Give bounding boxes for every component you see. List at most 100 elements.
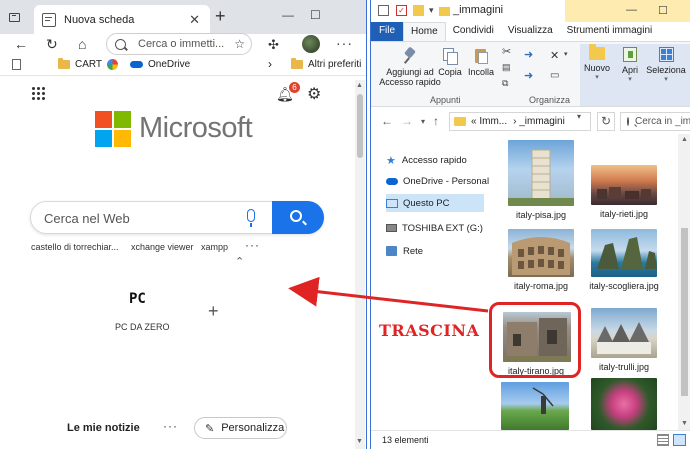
folder-search-input[interactable]: Cerca in _immagini [620,112,690,131]
add-site-icon[interactable]: + [208,301,219,322]
gear-icon[interactable]: ⚙ [307,84,321,104]
file-item[interactable] [591,378,657,430]
paste-shortcut-icon[interactable]: ⧉ [502,78,508,89]
maximize-button[interactable]: ☐ [658,4,668,17]
back-arrow-icon[interactable]: ← [381,114,393,128]
favorites-overflow-chevron-icon[interactable]: › [268,57,272,71]
suggestions-more-icon[interactable]: ··· [245,238,260,252]
web-search-box[interactable]: Cerca nel Web [30,201,324,234]
cut-icon[interactable]: ✂ [502,45,511,58]
open-button[interactable]: Apri ▾ [617,47,643,85]
refresh-icon[interactable]: ↻ [46,36,58,53]
window-menu-icon[interactable] [378,5,389,16]
file-item[interactable]: italy-pisa.jpg [508,140,574,221]
minimize-button[interactable]: — [626,4,637,16]
microphone-icon[interactable] [247,209,255,227]
group-organize: Organizza [529,95,571,105]
delete-icon[interactable]: ✕ [550,49,559,62]
properties-icon[interactable]: ✓ [396,5,407,16]
quick-link-tile[interactable]: PC [129,291,146,307]
search-submit-button[interactable] [272,201,324,234]
pin-quick-access-button[interactable]: Aggiungi ad Accesso rapido [376,48,444,87]
paste-button[interactable]: Incolla [467,48,495,77]
favorite-label: OneDrive [148,59,191,70]
refresh-icon[interactable]: ↻ [597,112,615,131]
favorite-onedrive[interactable]: OneDrive [130,59,190,70]
personalize-label: Personalizza [221,422,285,434]
path-bar[interactable]: « Imm... › _immagini [449,112,591,131]
nav-item-toshiba[interactable]: TOSHIBA EXT (G:) [386,219,483,237]
tab-home[interactable]: Home [403,22,446,41]
new-folder-icon [589,44,605,60]
new-tab-button[interactable]: + [215,7,226,25]
file-item[interactable] [501,382,569,430]
scroll-thumb[interactable] [357,94,363,158]
search-suggestion[interactable]: castello di torrechiar... [31,242,119,252]
move-to-icon[interactable]: ➜ [524,48,533,61]
copy-button[interactable]: Copia [437,48,463,77]
more-menu-icon[interactable]: ··· [336,35,353,51]
new-label: Nuovo [583,63,610,73]
search-suggestion[interactable]: xchange viewer [131,242,194,252]
path-dropdown-icon[interactable]: ▾ [577,112,581,121]
tab-share[interactable]: Condividi [446,22,501,41]
new-button[interactable]: Nuovo ▾ [582,44,612,83]
file-item[interactable]: italy-roma.jpg [508,229,574,292]
path-segment[interactable]: « Imm... [471,116,507,127]
maximize-button[interactable]: ☐ [310,8,321,22]
quick-link-label[interactable]: PC DA ZERO [115,322,170,332]
path-segment[interactable]: › _immagini [513,116,565,127]
file-item[interactable]: italy-scogliera.jpg [589,229,659,292]
profile-avatar[interactable] [302,35,320,53]
personalize-button[interactable]: ✎ Personalizza [194,417,287,439]
delete-dropdown-icon[interactable]: ▾ [564,50,568,58]
home-icon[interactable]: ⌂ [78,36,86,52]
scroll-down-icon[interactable]: ▼ [356,438,363,445]
select-button[interactable]: Seleziona ▾ [646,47,686,85]
chevron-up-icon[interactable]: ⌃ [235,255,244,268]
file-list-scrollbar[interactable]: ▲ ▼ [678,134,690,430]
favorite-cart[interactable]: CART [58,58,102,70]
nav-item-quick-access[interactable]: ★ Accesso rapido [386,151,467,169]
favorite-colorful[interactable] [107,59,126,70]
paste-label: Incolla [467,67,494,77]
address-bar[interactable]: Cerca o immetti... ☆ [106,33,252,55]
recent-dropdown-icon[interactable]: ▾ [421,117,425,126]
tab-picture-tools[interactable]: Strumenti immagini [560,22,660,41]
nav-item-network[interactable]: Rete [386,242,423,260]
page-scrollbar[interactable]: ▲ ▼ [355,80,365,449]
tab-view[interactable]: Visualizza [501,22,560,41]
forward-arrow-icon[interactable]: → [401,114,413,128]
folder-icon [291,58,303,69]
scroll-up-icon[interactable]: ▲ [681,136,688,143]
up-arrow-icon[interactable]: ↑ [433,114,439,128]
tab-close-icon[interactable]: ✕ [189,12,200,28]
back-arrow-icon[interactable]: ← [14,36,28,52]
scroll-down-icon[interactable]: ▼ [681,420,688,427]
new-folder-icon[interactable] [413,5,424,16]
minimize-button[interactable]: — [282,8,294,22]
tab-file[interactable]: File [371,22,403,41]
details-view-icon[interactable] [657,434,669,446]
news-more-icon[interactable]: ··· [163,419,178,433]
favorite-other[interactable]: Altri preferiti [291,58,361,70]
copy-path-icon[interactable]: ▤ [502,62,511,73]
microsoft-logo-icon [95,111,131,147]
scroll-thumb[interactable] [681,228,688,396]
nav-item-this-pc[interactable]: Questo PC [386,194,484,212]
search-suggestion[interactable]: xampp [201,242,228,252]
nav-item-onedrive[interactable]: OneDrive - Personal [386,172,489,190]
large-icons-view-icon[interactable] [673,434,686,446]
scroll-up-icon[interactable]: ▲ [356,82,363,89]
rename-icon[interactable]: ▭ [550,70,559,81]
app-launcher-icon[interactable] [32,87,45,100]
favorites-page-icon[interactable] [12,59,27,70]
file-item[interactable]: italy-trulli.jpg [591,308,657,373]
tab-actions-button[interactable] [4,7,24,27]
add-favorite-icon[interactable]: ☆ [234,37,245,51]
copy-to-icon[interactable]: ➜ [524,69,533,82]
extensions-icon[interactable]: ✣ [268,37,279,53]
nav-item-label: Accesso rapido [401,154,467,166]
tab-new-tab[interactable]: Nuova scheda ✕ [34,5,210,34]
file-item[interactable]: italy-rieti.jpg [591,165,657,220]
